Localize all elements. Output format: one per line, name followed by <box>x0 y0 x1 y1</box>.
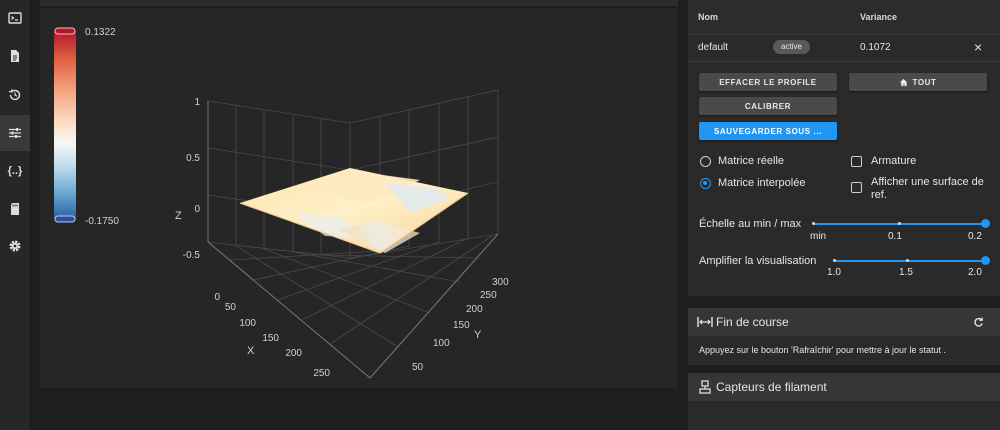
amplify-slider-tick-mark <box>833 259 836 262</box>
x-tick-100: 100 <box>239 318 256 329</box>
column-header-name: Nom <box>698 12 718 22</box>
gear-icon <box>9 240 21 252</box>
z-tick-0: 0 <box>194 204 200 215</box>
amplify-slider-thumb[interactable] <box>981 256 990 265</box>
column-header-variance: Variance <box>860 12 898 22</box>
status-badge: active <box>773 40 810 54</box>
wireframe-label: Armature <box>871 155 917 167</box>
ref-surface-label: Afficher une surface de ref. <box>871 176 984 201</box>
bed-mesh-panel: Nom Variance default active 0.1072 × EFF… <box>688 0 1000 430</box>
sidebar-item-tune[interactable] <box>0 115 30 151</box>
save-as-button[interactable]: SAUVEGARDER SOUS ... <box>699 122 837 140</box>
z-axis-label: Z <box>175 210 182 222</box>
y-tick-300: 300 <box>492 277 509 288</box>
colorbar-gradient <box>54 31 76 219</box>
y-tick-100: 100 <box>433 338 450 349</box>
file-icon <box>11 50 19 62</box>
refresh-icon[interactable] <box>973 317 984 328</box>
app-sidebar: {..} <box>0 0 31 430</box>
x-axis-label: X <box>247 345 255 357</box>
y-axis-label: Y <box>474 329 482 341</box>
filament-sensors-header[interactable]: Capteurs de filament <box>688 373 1000 401</box>
home-all-label: TOUT <box>912 77 937 87</box>
sd-card-icon <box>11 203 19 215</box>
bed-mesh-3d-plot[interactable]: 0.1322 -0.1750 1 0.5 0 -0.5 Z 0 50 100 1… <box>40 8 678 388</box>
y-tick-150: 150 <box>453 320 470 331</box>
endstops-message: Appuyez sur le bouton 'Rafraîchir' pour … <box>699 345 947 355</box>
endstops-title: Fin de course <box>716 315 789 329</box>
close-icon[interactable]: × <box>974 39 982 55</box>
matrix-real-label: Matrice réelle <box>718 155 785 167</box>
sidebar-item-macros[interactable]: {..} <box>0 153 30 189</box>
history-icon <box>8 89 21 101</box>
sidebar-item-history[interactable] <box>0 77 30 113</box>
scale-slider-tick-mark <box>898 222 901 225</box>
colorbar-max-label: 0.1322 <box>85 27 116 38</box>
y-tick-50: 50 <box>412 362 424 373</box>
checkbox-icon <box>851 156 862 167</box>
code-braces-icon: {..} <box>7 165 23 177</box>
scale-slider-tick-mark <box>812 222 815 225</box>
sidebar-item-sdcard[interactable] <box>0 191 30 227</box>
z-tick-0-5: 0.5 <box>186 153 200 164</box>
top-card-edge <box>40 0 678 6</box>
sidebar-item-jobs[interactable] <box>0 38 30 74</box>
matrix-real-radio[interactable]: Matrice réelle <box>700 155 784 167</box>
amplify-tick-1-5: 1.5 <box>899 267 913 278</box>
x-tick-200: 200 <box>285 348 302 359</box>
y-tick-200: 200 <box>466 304 483 315</box>
matrix-interpolated-label: Matrice interpolée <box>718 177 806 189</box>
radio-checked-icon <box>700 178 711 189</box>
colorbar-min-handle[interactable] <box>54 215 76 223</box>
z-tick-neg-0-5: -0.5 <box>183 250 201 261</box>
z-tick-1: 1 <box>194 97 200 108</box>
scale-slider-thumb[interactable] <box>981 219 990 228</box>
amplify-slider-label: Amplifier la visualisation <box>699 255 817 267</box>
scale-tick-0-1: 0.1 <box>888 231 902 242</box>
scale-slider-label: Échelle au min / max <box>699 218 802 230</box>
scale-tick-min: min <box>810 231 827 242</box>
sidebar-item-settings[interactable] <box>0 228 30 264</box>
amplify-slider-track <box>834 260 985 262</box>
x-tick-50: 50 <box>225 302 237 313</box>
sidebar-item-console[interactable] <box>0 0 30 36</box>
colorbar-max-handle[interactable] <box>54 27 76 35</box>
bed-mesh-card: Nom Variance default active 0.1072 × EFF… <box>688 0 1000 296</box>
mesh-surface <box>239 168 469 254</box>
home-all-button[interactable]: TOUT <box>849 73 987 91</box>
endstops-header: Fin de course <box>688 308 1000 336</box>
matrix-interpolated-radio[interactable]: Matrice interpolée <box>700 177 805 189</box>
ref-surface-checkbox[interactable]: Afficher une surface de ref. <box>851 176 991 202</box>
scale-tick-0-2: 0.2 <box>968 231 982 242</box>
wireframe-checkbox[interactable]: Armature <box>851 155 916 167</box>
x-tick-150: 150 <box>262 333 279 344</box>
amplify-tick-1-0: 1.0 <box>827 267 841 278</box>
filament-sensors-card: Capteurs de filament <box>688 373 1000 430</box>
terminal-icon <box>8 12 22 24</box>
checkbox-icon <box>851 182 862 193</box>
calibrate-button[interactable]: CALIBRER <box>699 97 837 115</box>
colorbar-min-label: -0.1750 <box>85 216 119 227</box>
amplify-tick-2-0: 2.0 <box>968 267 982 278</box>
filament-sensors-title: Capteurs de filament <box>716 380 827 394</box>
profile-name: default <box>698 42 729 53</box>
arrow-collapse-horizontal-icon <box>697 317 713 327</box>
profile-variance: 0.1072 <box>860 42 891 53</box>
tune-icon <box>9 128 21 138</box>
amplify-slider-tick-mark <box>906 259 909 262</box>
endstops-card: Fin de course Appuyez sur le bouton 'Raf… <box>688 308 1000 365</box>
clear-profile-button[interactable]: EFFACER LE PROFILE <box>699 73 837 91</box>
home-icon <box>900 78 908 86</box>
filament-sensor-icon <box>699 380 711 394</box>
x-tick-0: 0 <box>214 292 220 303</box>
radio-unchecked-icon <box>700 156 711 167</box>
bed-mesh-plot-card: 0.1322 -0.1750 1 0.5 0 -0.5 Z 0 50 100 1… <box>40 8 678 388</box>
y-tick-250: 250 <box>480 290 497 301</box>
table-row[interactable]: default active 0.1072 × <box>688 35 1000 62</box>
x-tick-250: 250 <box>313 368 330 379</box>
profiles-table-header: Nom Variance <box>688 0 1000 35</box>
